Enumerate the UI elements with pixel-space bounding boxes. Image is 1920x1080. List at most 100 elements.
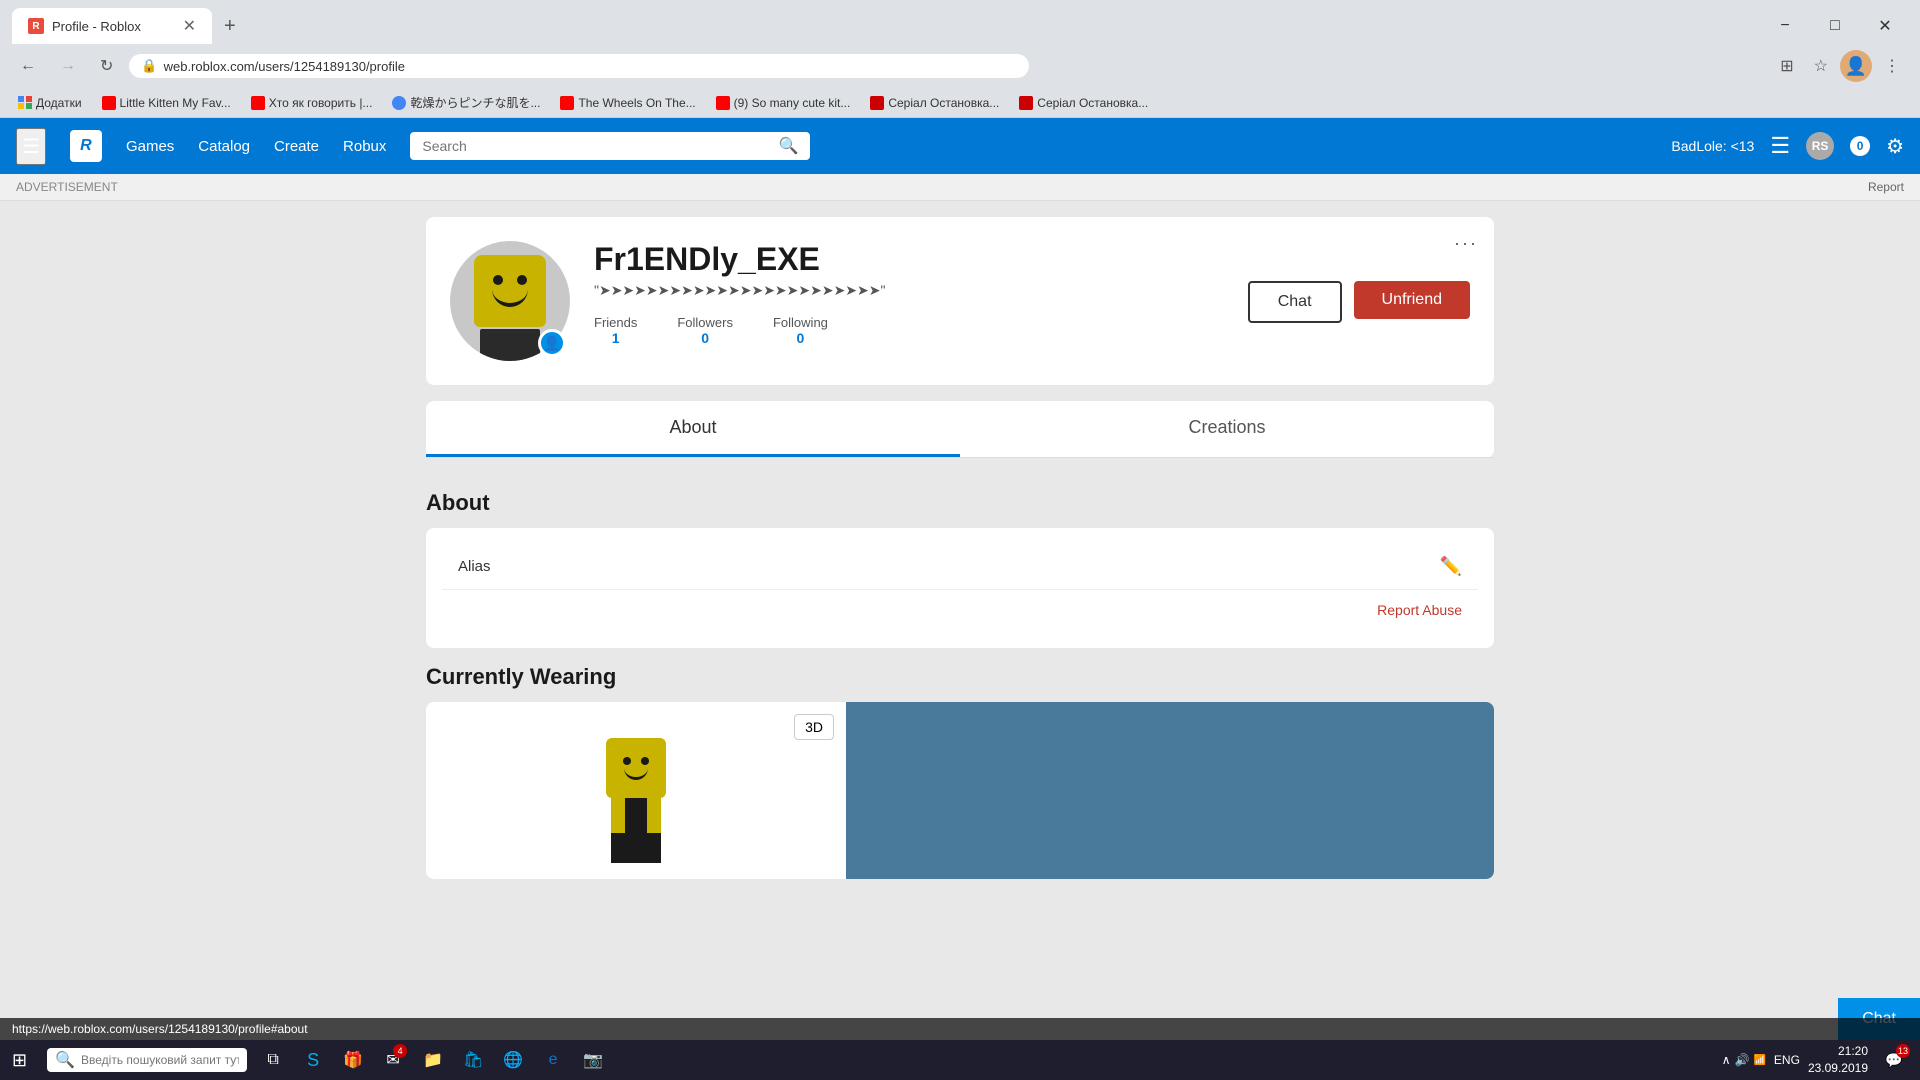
profile-info: Fr1ENDly_EXE "➤➤➤➤➤➤➤➤➤➤➤➤➤➤➤➤➤➤➤➤➤➤➤➤" … (594, 241, 1224, 346)
address-bar[interactable]: 🔒 web.roblox.com/users/1254189130/profil… (129, 54, 1029, 78)
taskbar-edge[interactable]: e (535, 1040, 571, 1080)
profile-stats: Friends 1 Followers 0 Following 0 (594, 315, 1224, 346)
nav-links: Games Catalog Create Robux (126, 138, 386, 155)
bookmark-5[interactable]: (9) So many cute kit... (710, 94, 857, 112)
nav-catalog[interactable]: Catalog (198, 138, 250, 155)
3d-toggle-btn[interactable]: 3D (794, 714, 834, 740)
bookmark-apps[interactable]: Додатки (12, 94, 88, 112)
start-btn[interactable]: ⊞ (0, 1040, 39, 1080)
secure-icon: 🔒 (141, 58, 157, 74)
taskbar-mail[interactable]: ✉ 4 (375, 1040, 411, 1080)
browser-tab[interactable]: R Profile - Roblox ✕ (12, 8, 212, 44)
online-indicator: 👤 (538, 329, 566, 357)
search-input[interactable] (422, 138, 770, 154)
taskbar-store[interactable]: 🛍 (455, 1040, 491, 1080)
online-icon: 👤 (543, 335, 560, 352)
refresh-btn[interactable]: ↻ (92, 52, 121, 80)
back-btn[interactable]: ← (12, 53, 44, 79)
taskbar-volume[interactable]: 🔊 (1735, 1053, 1750, 1067)
notification-badge[interactable]: 0 (1850, 136, 1870, 156)
chat-nav-icon[interactable]: ☰ (1770, 133, 1790, 159)
nav-username: BadLole: <13 (1671, 138, 1754, 154)
taskbar-icons: ⧉ S 🎁 ✉ 4 📁 🛍 🌐 e 📷 (255, 1040, 611, 1080)
search-box[interactable]: 🔍 (410, 132, 810, 160)
report-abuse-link[interactable]: Report Abuse (1377, 602, 1462, 618)
settings-btn[interactable]: ⋮ (1876, 52, 1908, 80)
report-abuse-row: Report Abuse (442, 590, 1478, 632)
tab-creations[interactable]: Creations (960, 401, 1494, 457)
bookmark-4[interactable]: The Wheels On The... (554, 94, 701, 112)
taskbar-task-view[interactable]: ⧉ (255, 1040, 291, 1080)
taskbar-up-arrow[interactable]: ∧ (1722, 1053, 1731, 1067)
bookmark-btn[interactable]: ☆ (1806, 52, 1836, 80)
wearing-section: Currently Wearing 3D (426, 664, 1494, 879)
wearing-char-arms (611, 798, 661, 833)
avatar-eye-left (493, 275, 503, 285)
friends-label: Friends (594, 315, 637, 330)
more-options-btn[interactable]: ··· (1454, 233, 1478, 254)
minimize-btn[interactable]: − (1762, 10, 1808, 42)
wearing-preview: 3D (426, 702, 846, 879)
bookmark-3[interactable]: 乾燥からピンチな肌を... (386, 92, 546, 113)
windows-taskbar: ⊞ 🔍 ⧉ S 🎁 ✉ 4 📁 🛍 🌐 e 📷 (0, 1040, 1920, 1080)
taskbar-camera[interactable]: 📷 (575, 1040, 611, 1080)
taskbar-lang: ENG (1774, 1053, 1800, 1067)
bookmark-2[interactable]: Хто як говорить |... (245, 94, 379, 112)
taskbar-skype[interactable]: S (295, 1040, 331, 1080)
following-count: 0 (773, 330, 828, 346)
followers-count: 0 (677, 330, 733, 346)
friends-stat[interactable]: Friends 1 (594, 315, 637, 346)
status-bar: https://web.roblox.com/users/1254189130/… (0, 1018, 1920, 1040)
taskbar-gift[interactable]: 🎁 (335, 1040, 371, 1080)
taskbar-files[interactable]: 📁 (415, 1040, 451, 1080)
settings-nav-icon[interactable]: ⚙ (1886, 134, 1904, 159)
search-icon[interactable]: 🔍 (778, 136, 798, 156)
nav-games[interactable]: Games (126, 138, 174, 155)
bookmarks-bar: Додатки Little Kitten My Fav... Хто як г… (0, 88, 1920, 118)
following-stat[interactable]: Following 0 (773, 315, 828, 346)
following-label: Following (773, 315, 828, 330)
edit-alias-icon[interactable]: ✏️ (1440, 556, 1462, 577)
tabs-container: About Creations (426, 401, 1494, 458)
wearing-items-panel (846, 702, 1494, 879)
new-tab-btn[interactable]: + (216, 11, 244, 42)
roblox-navbar: ☰ R Games Catalog Create Robux 🔍 BadLole… (0, 118, 1920, 174)
taskbar-search[interactable]: 🔍 (47, 1048, 247, 1072)
forward-btn[interactable]: → (52, 53, 84, 79)
maximize-btn[interactable]: □ (1812, 10, 1858, 42)
followers-stat[interactable]: Followers 0 (677, 315, 733, 346)
tab-close-btn[interactable]: ✕ (183, 16, 196, 36)
bookmark-7[interactable]: Серіал Остановка... (1013, 94, 1154, 112)
taskbar-chrome[interactable]: 🌐 (495, 1040, 531, 1080)
avatar-mouth (492, 289, 528, 307)
hamburger-menu[interactable]: ☰ (16, 128, 46, 165)
ad-bar: ADVERTISEMENT Report (0, 174, 1920, 201)
ad-label: ADVERTISEMENT (16, 180, 118, 194)
avatar-eyes (493, 275, 527, 285)
translate-btn[interactable]: ⊞ (1772, 52, 1801, 80)
about-card: Alias ✏️ Report Abuse (426, 528, 1494, 648)
alias-row: Alias ✏️ (442, 544, 1478, 590)
taskbar-clock[interactable]: 21:20 23.09.2019 (1808, 1043, 1868, 1077)
bookmark-1[interactable]: Little Kitten My Fav... (96, 94, 237, 112)
nav-right: BadLole: <13 ☰ RS 0 ⚙ (1671, 132, 1904, 160)
unfriend-btn[interactable]: Unfriend (1354, 281, 1470, 319)
wearing-char-head (606, 738, 666, 798)
close-btn[interactable]: ✕ (1862, 10, 1908, 42)
taskbar-network[interactable]: 📶 (1753, 1055, 1765, 1066)
profile-card: ··· 👤 (426, 217, 1494, 385)
chat-btn[interactable]: Chat (1248, 281, 1342, 323)
nav-create[interactable]: Create (274, 138, 319, 155)
alias-label: Alias (458, 558, 491, 575)
avatar-torso (480, 329, 540, 361)
avatar-head (474, 255, 546, 327)
bookmark-6[interactable]: Серіал Остановка... (864, 94, 1005, 112)
roblox-logo[interactable]: R (70, 130, 102, 162)
taskbar-search-input[interactable] (81, 1053, 239, 1067)
report-link[interactable]: Report (1868, 180, 1904, 194)
tab-about[interactable]: About (426, 401, 960, 457)
nav-robux[interactable]: Robux (343, 138, 386, 155)
profile-avatar-btn[interactable]: 👤 (1840, 50, 1872, 82)
taskbar-notifications[interactable]: 💬 13 (1876, 1040, 1912, 1080)
premium-icon[interactable]: RS (1806, 132, 1834, 160)
